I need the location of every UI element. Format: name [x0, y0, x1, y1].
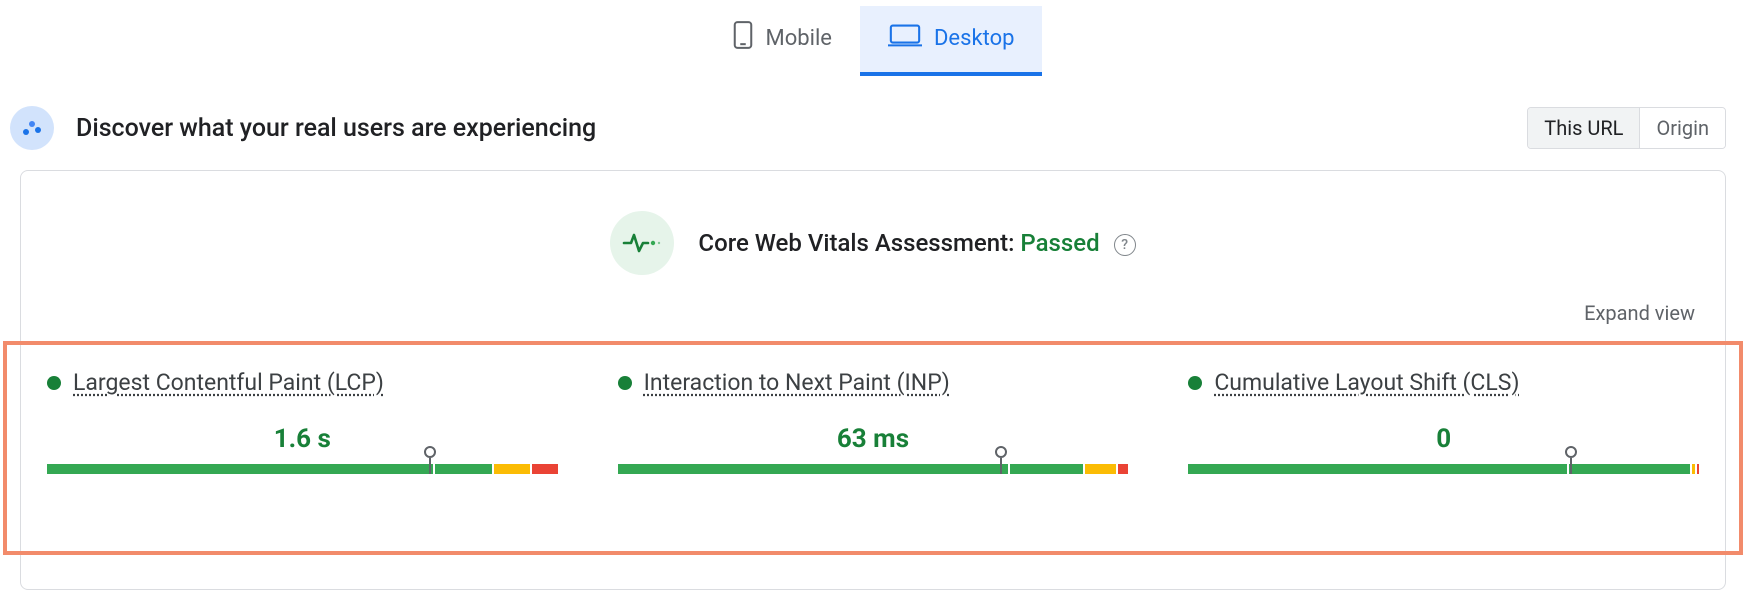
header-row: Discover what your real users are experi… [0, 76, 1746, 170]
assessment-status: Passed [1020, 229, 1099, 257]
bar-seg-good [47, 464, 433, 474]
discover-icon [10, 106, 54, 150]
metrics-highlight: Largest Contentful Paint (LCP) 1.6 s Int… [3, 341, 1743, 555]
metric-inp-value: 63 ms [618, 424, 1129, 454]
bar-seg-good [1010, 464, 1083, 474]
metric-inp-bar [618, 464, 1129, 474]
scope-toggle: This URL Origin [1527, 107, 1726, 149]
status-dot-good [47, 376, 61, 390]
metric-inp-name[interactable]: Interaction to Next Paint (INP) [644, 369, 950, 396]
bar-seg-warn [1085, 464, 1116, 474]
tab-mobile[interactable]: Mobile [704, 6, 860, 76]
metric-lcp: Largest Contentful Paint (LCP) 1.6 s [47, 369, 558, 533]
scope-origin[interactable]: Origin [1639, 108, 1725, 148]
tab-desktop[interactable]: Desktop [860, 6, 1043, 76]
bar-seg-good [1188, 464, 1567, 474]
expand-view-link[interactable]: Expand view [1584, 301, 1695, 325]
page-title: Discover what your real users are experi… [76, 114, 596, 143]
bar-seg-warn [1692, 464, 1695, 474]
metric-lcp-value: 1.6 s [47, 424, 558, 454]
metrics-grid: Largest Contentful Paint (LCP) 1.6 s Int… [47, 369, 1699, 533]
desktop-icon [888, 22, 922, 54]
metric-pin [995, 446, 1007, 474]
pulse-icon [610, 211, 674, 275]
scope-this-url[interactable]: This URL [1528, 108, 1639, 148]
bar-seg-good [618, 464, 1008, 474]
metric-lcp-name[interactable]: Largest Contentful Paint (LCP) [73, 369, 384, 396]
bar-seg-good [1569, 464, 1690, 474]
vitals-card: Core Web Vitals Assessment: Passed ? Exp… [20, 170, 1726, 590]
bar-seg-warn [494, 464, 530, 474]
tab-mobile-label: Mobile [766, 26, 832, 51]
metric-pin [424, 446, 436, 474]
help-icon[interactable]: ? [1114, 234, 1136, 256]
metric-cls-value: 0 [1188, 424, 1699, 454]
metric-cls-bar [1188, 464, 1699, 474]
metric-inp: Interaction to Next Paint (INP) 63 ms [618, 369, 1129, 533]
device-tabs: Mobile Desktop [0, 0, 1746, 76]
bar-seg-good [435, 464, 492, 474]
metric-cls: Cumulative Layout Shift (CLS) 0 [1188, 369, 1699, 533]
assessment-row: Core Web Vitals Assessment: Passed ? [21, 211, 1725, 275]
tab-desktop-label: Desktop [934, 26, 1015, 51]
status-dot-good [1188, 376, 1202, 390]
metric-pin [1565, 446, 1577, 474]
assessment-prefix: Core Web Vitals Assessment: [698, 229, 1014, 257]
status-dot-good [618, 376, 632, 390]
metric-cls-name[interactable]: Cumulative Layout Shift (CLS) [1214, 369, 1519, 396]
mobile-icon [732, 20, 754, 56]
bar-seg-bad [1697, 464, 1699, 474]
bar-seg-bad [1118, 464, 1128, 474]
bar-seg-bad [532, 464, 558, 474]
assessment-text: Core Web Vitals Assessment: Passed ? [698, 229, 1135, 257]
header-left: Discover what your real users are experi… [10, 106, 596, 150]
metric-lcp-bar [47, 464, 558, 474]
